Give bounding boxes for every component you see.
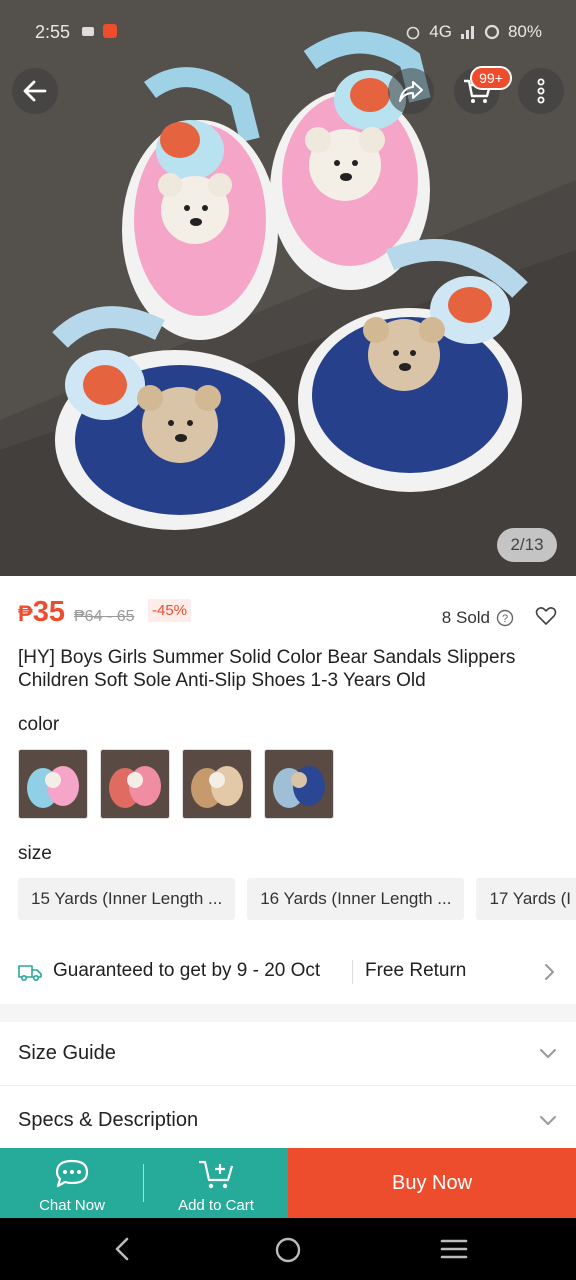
image-counter: 2/13 — [497, 528, 557, 562]
free-return-label: Free Return — [365, 960, 467, 981]
alarm-icon — [406, 26, 420, 40]
product-title: [HY] Boys Girls Summer Solid Color Bear … — [18, 647, 516, 691]
price-value: 35 — [32, 596, 65, 628]
specs-row[interactable]: Specs & Description — [0, 1089, 576, 1153]
chat-now-button[interactable]: Chat Now — [0, 1148, 144, 1218]
size-options: 15 Yards (Inner Length ... 16 Yards (Inn… — [18, 878, 576, 920]
chat-icon — [55, 1159, 89, 1188]
delivery-text: Guaranteed to get by 9 - 20 Oct — [53, 960, 321, 981]
size-option-15[interactable]: 15 Yards (Inner Length ... — [18, 878, 236, 920]
truck-icon — [18, 965, 42, 982]
color-option-1[interactable] — [18, 749, 88, 819]
section-divider — [0, 1004, 576, 1022]
add-to-cart-label: Add to Cart — [178, 1197, 254, 1214]
currency-symbol: ₱ — [18, 601, 33, 626]
add-to-cart-icon — [199, 1160, 234, 1189]
more-button[interactable] — [518, 68, 564, 114]
sold-count: 8 Sold ? — [442, 608, 514, 628]
chevron-right-icon — [545, 964, 554, 980]
status-bar: 2:55 4G 80% — [0, 0, 576, 64]
nav-back-icon[interactable] — [112, 1236, 132, 1262]
arrow-left-icon — [23, 80, 47, 102]
size-label: size — [18, 843, 52, 864]
back-button[interactable] — [12, 68, 58, 114]
color-options — [18, 749, 334, 819]
battery-icon — [484, 24, 500, 40]
buy-now-button[interactable]: Buy Now — [288, 1148, 576, 1218]
sold-label: 8 Sold — [441, 608, 490, 627]
original-price: ₱64 - 65 — [74, 608, 135, 625]
color-option-3[interactable] — [182, 749, 252, 819]
action-bar: Chat Now Add to Cart Buy Now — [0, 1148, 576, 1218]
help-icon[interactable]: ? — [496, 609, 514, 627]
notification-icon — [82, 27, 94, 36]
price: ₱35 — [18, 596, 65, 629]
price-row: ₱35 ₱64 - 65 -45% 8 Sold ? — [18, 596, 558, 632]
chat-now-label: Chat Now — [39, 1197, 105, 1214]
nav-home-icon[interactable] — [274, 1236, 302, 1264]
more-vertical-icon — [537, 78, 545, 104]
discount-badge: -45% — [148, 599, 192, 622]
system-nav-bar — [0, 1218, 576, 1280]
product-page: 2:55 4G 80% 99+ 2/13 ₱35 ₱64 - 65 -45% 8… — [0, 0, 576, 1280]
color-option-2[interactable] — [100, 749, 170, 819]
app-icon — [103, 24, 117, 38]
status-time: 2:55 — [35, 22, 71, 42]
network-label: 4G — [429, 22, 452, 41]
svg-text:?: ? — [502, 613, 508, 625]
chevron-down-icon — [540, 1049, 556, 1058]
cart-badge: 99+ — [470, 66, 512, 90]
signal-icon — [460, 26, 474, 39]
share-button[interactable] — [388, 68, 434, 114]
size-option-16[interactable]: 16 Yards (Inner Length ... — [247, 878, 465, 920]
chevron-down-icon — [540, 1116, 556, 1125]
battery-level: 80% — [507, 22, 542, 41]
delivery-row[interactable]: Guaranteed to get by 9 - 20 Oct Free Ret… — [0, 946, 576, 998]
color-option-4[interactable] — [264, 749, 334, 819]
size-guide-label: Size Guide — [18, 1042, 116, 1064]
color-label: color — [18, 714, 60, 735]
nav-recents-icon[interactable] — [440, 1236, 468, 1262]
size-option-17[interactable]: 17 Yards (I — [476, 878, 576, 920]
size-guide-row[interactable]: Size Guide — [0, 1022, 576, 1086]
specs-label: Specs & Description — [18, 1109, 199, 1131]
divider — [352, 960, 353, 984]
add-to-cart-button[interactable]: Add to Cart — [144, 1148, 288, 1218]
share-icon — [399, 81, 423, 102]
heart-icon[interactable] — [534, 604, 558, 628]
